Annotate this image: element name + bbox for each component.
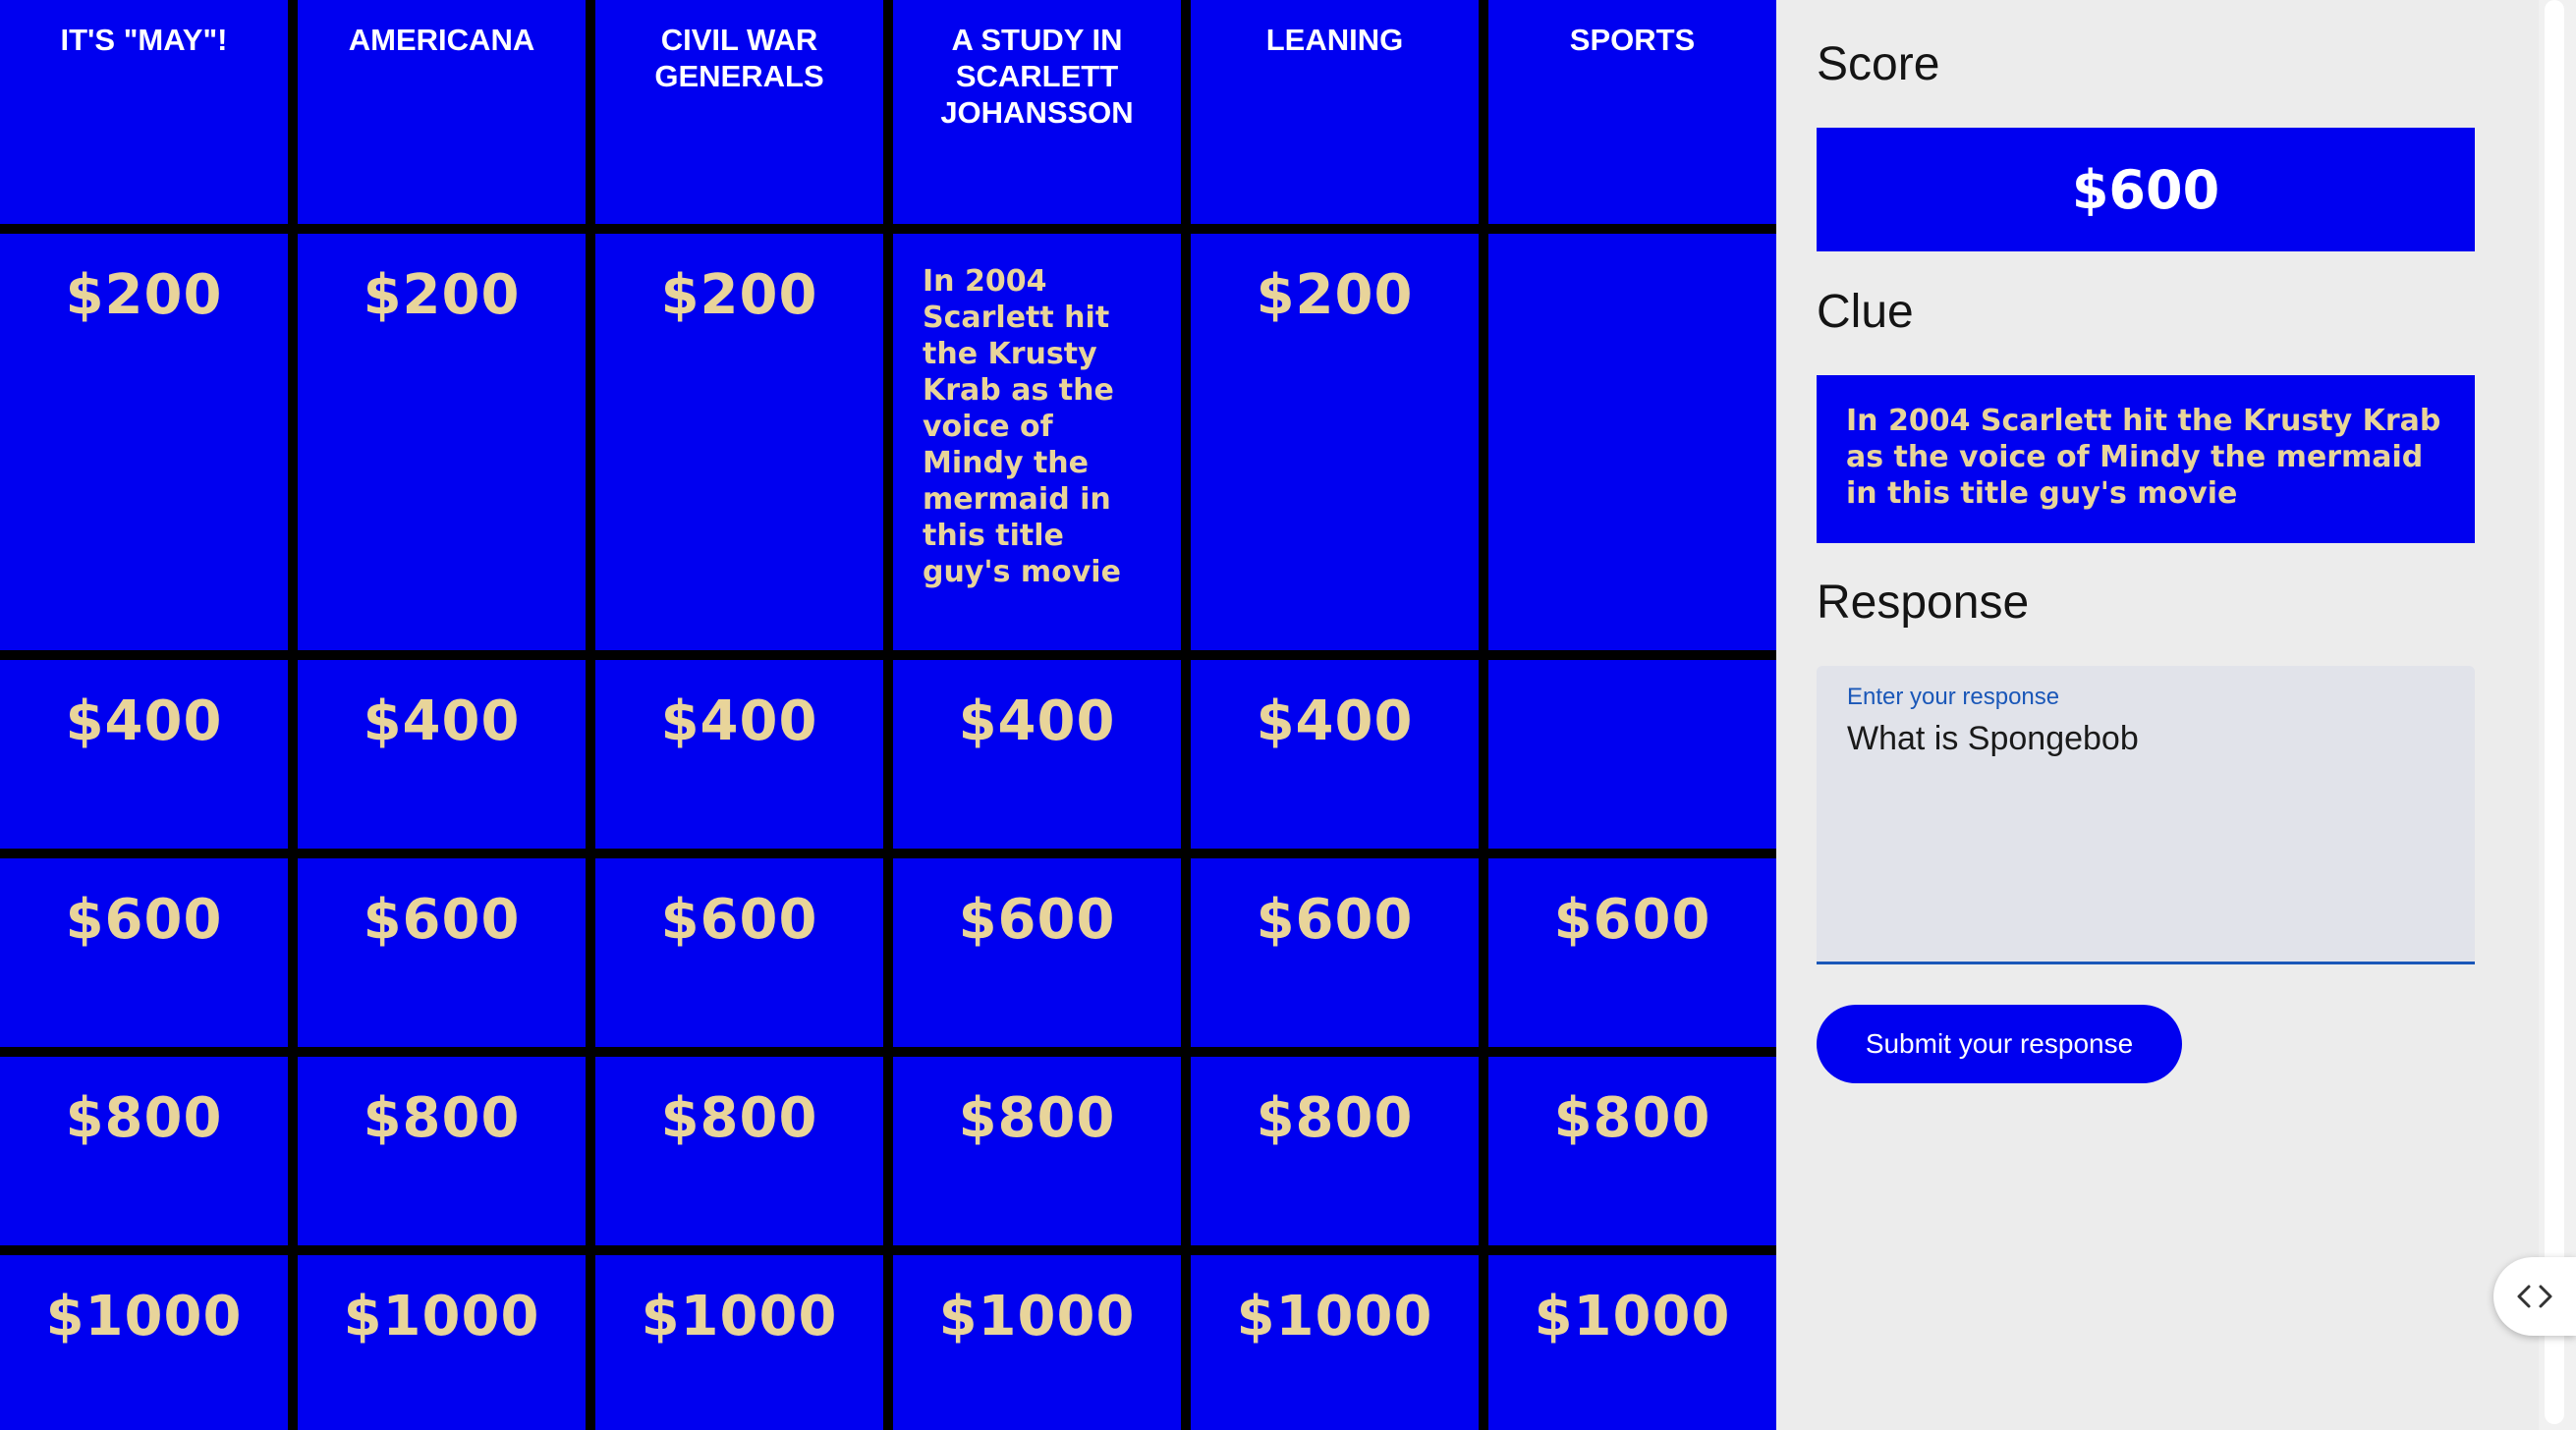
answered-cell (1488, 234, 1776, 650)
clue-value-cell[interactable]: $200 (298, 234, 586, 650)
clue-value-cell[interactable]: $600 (298, 858, 586, 1047)
clue-heading: Clue (1817, 286, 1914, 338)
clue-value-cell[interactable]: $800 (893, 1057, 1181, 1245)
clue-value-cell[interactable]: $800 (1191, 1057, 1479, 1245)
clue-value-cell[interactable]: $1000 (298, 1255, 586, 1430)
clue-value-cell[interactable]: $1000 (893, 1255, 1181, 1430)
category-header: IT'S "MAY"! (0, 0, 288, 224)
response-field[interactable]: Enter your response What is Spongebob (1817, 666, 2475, 964)
clue-value-cell[interactable]: $600 (893, 858, 1181, 1047)
clue-value-cell[interactable]: $400 (0, 660, 288, 849)
category-header: CIVIL WAR GENERALS (595, 0, 883, 224)
clue-display: In 2004 Scarlett hit the Krusty Krab as … (1817, 375, 2475, 543)
clue-value-cell[interactable]: $600 (1191, 858, 1479, 1047)
response-heading: Response (1817, 577, 2030, 629)
clue-value-cell[interactable]: $600 (0, 858, 288, 1047)
response-field-label: Enter your response (1847, 684, 2060, 710)
clue-value-cell[interactable]: $400 (1191, 660, 1479, 849)
answered-cell (1488, 660, 1776, 849)
clue-value-cell[interactable]: $800 (298, 1057, 586, 1245)
side-panel: Score $600 Clue In 2004 Scarlett hit the… (1776, 0, 2539, 1430)
category-header: A STUDY IN SCARLETT JOHANSSON (893, 0, 1181, 224)
score-heading: Score (1817, 38, 1940, 90)
category-header: LEANING (1191, 0, 1479, 224)
clue-value-cell[interactable]: $1000 (0, 1255, 288, 1430)
game-board: IT'S "MAY"! AMERICANA CIVIL WAR GENERALS A … (0, 0, 1776, 1430)
revealed-clue-cell: In 2004 Scarlett hit the Krusty Krab as … (893, 234, 1181, 650)
clue-value-cell[interactable]: $400 (595, 660, 883, 849)
clue-value-cell[interactable]: $1000 (595, 1255, 883, 1430)
clue-value-cell[interactable]: $1000 (1488, 1255, 1776, 1430)
submit-response-button[interactable]: Submit your response (1817, 1005, 2182, 1083)
clue-value-cell[interactable]: $400 (893, 660, 1181, 849)
response-input[interactable]: What is Spongebob (1847, 717, 2446, 933)
category-header: AMERICANA (298, 0, 586, 224)
code-brackets-icon (2513, 1282, 2556, 1311)
clue-value-cell[interactable]: $600 (1488, 858, 1776, 1047)
clue-value-cell[interactable]: $800 (1488, 1057, 1776, 1245)
category-header: SPORTS (1488, 0, 1776, 224)
clue-value-cell[interactable]: $600 (595, 858, 883, 1047)
devtools-toggle-button[interactable] (2493, 1257, 2576, 1336)
clue-value-cell[interactable]: $800 (0, 1057, 288, 1245)
jeopardy-app: IT'S "MAY"! AMERICANA CIVIL WAR GENERALS A … (0, 0, 2576, 1430)
scrollbar-thumb[interactable] (2545, 0, 2564, 1424)
score-display: $600 (1817, 128, 2475, 251)
clue-value-cell[interactable]: $1000 (1191, 1255, 1479, 1430)
clue-value-cell[interactable]: $200 (595, 234, 883, 650)
clue-value-cell[interactable]: $800 (595, 1057, 883, 1245)
clue-value-cell[interactable]: $400 (298, 660, 586, 849)
clue-value-cell[interactable]: $200 (1191, 234, 1479, 650)
clue-value-cell[interactable]: $200 (0, 234, 288, 650)
